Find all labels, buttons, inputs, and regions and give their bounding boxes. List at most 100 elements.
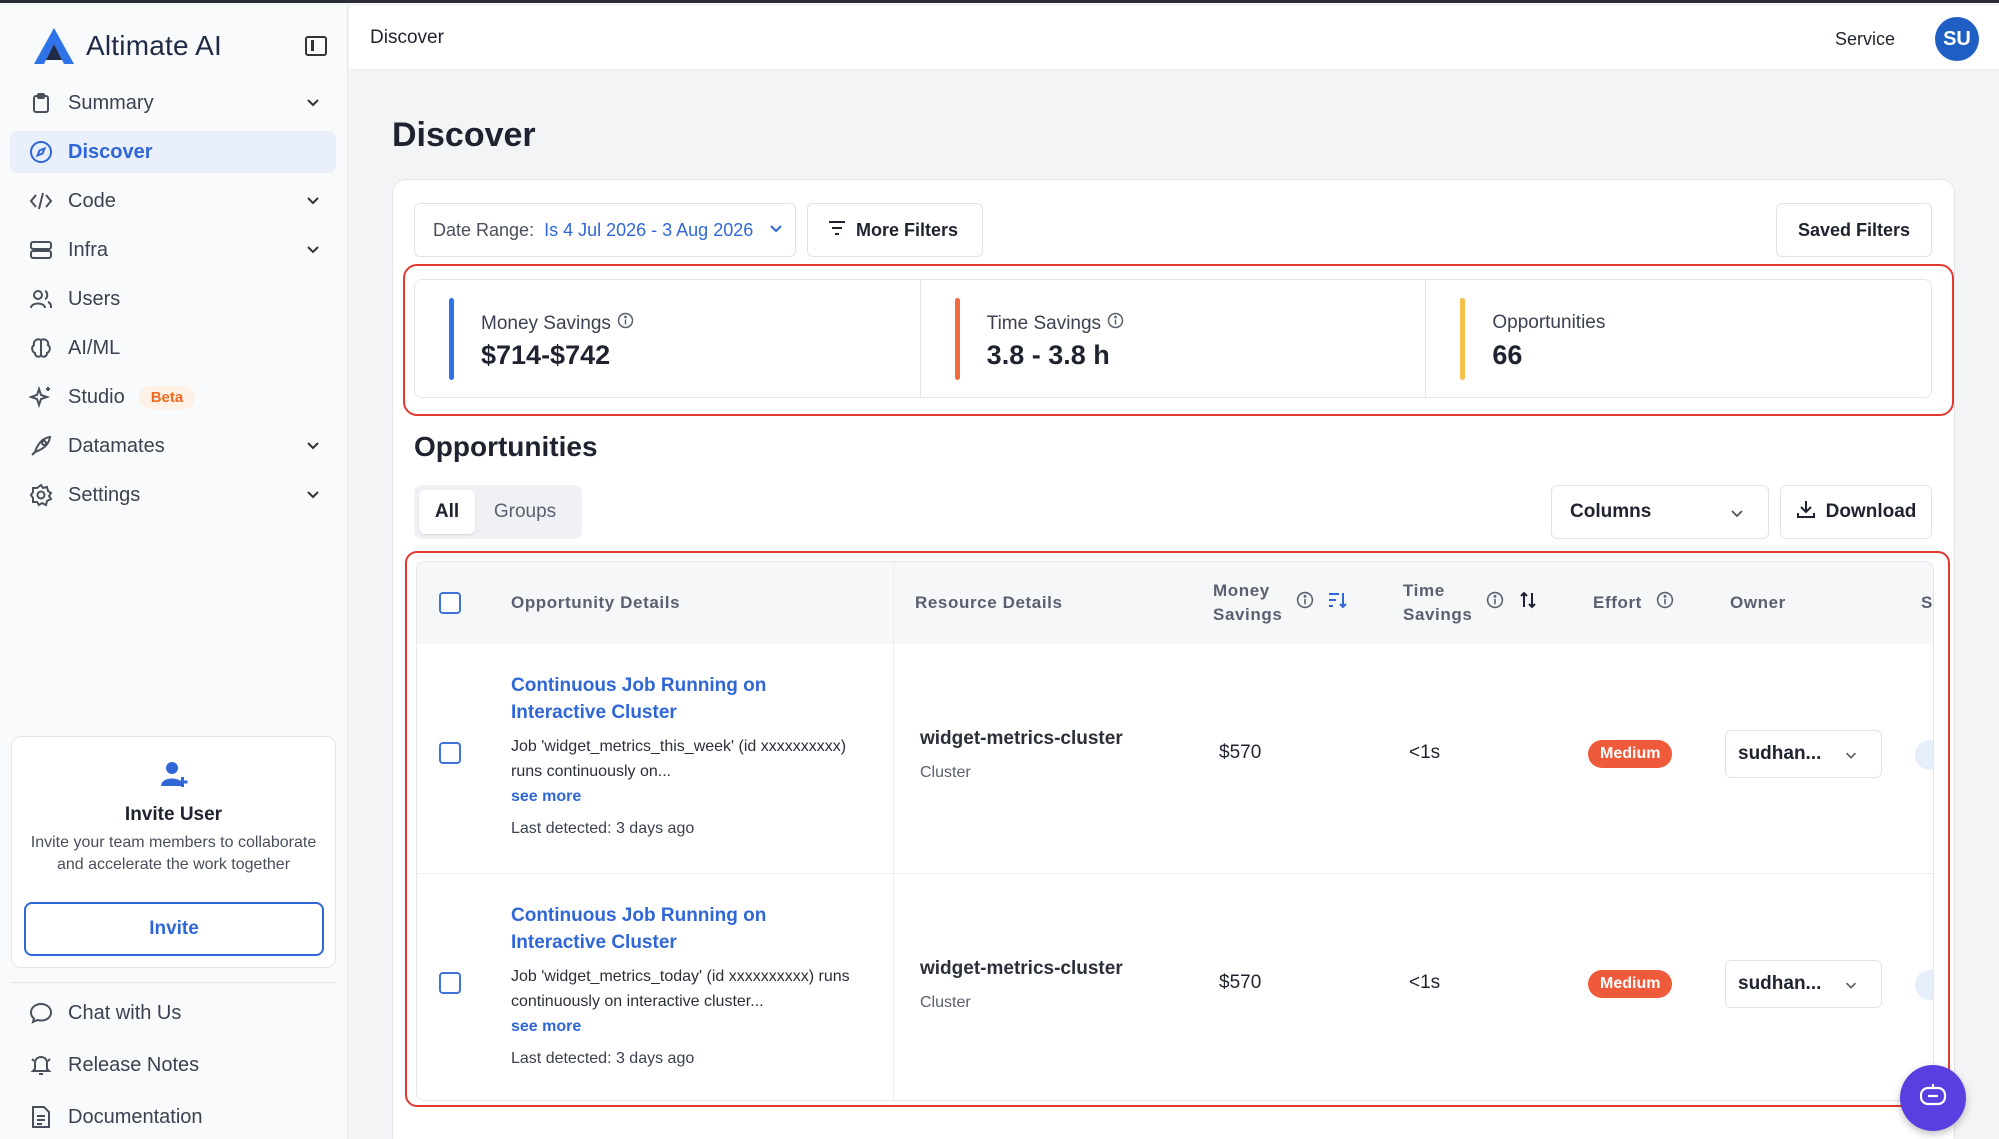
users-icon [28, 286, 54, 312]
info-icon[interactable] [617, 312, 634, 335]
user-name[interactable]: Service [1835, 29, 1895, 50]
table-row: Continuous Job Running on Interactive Cl… [417, 644, 1933, 874]
sidebar-item-label: Studio [68, 385, 125, 408]
brain-icon [28, 335, 54, 361]
invite-button[interactable]: Invite [24, 902, 324, 956]
sort-icon[interactable] [1518, 591, 1538, 616]
sidebar-item-label: Settings [68, 483, 141, 506]
stat-label: Money Savings [481, 312, 611, 334]
chevron-down-icon [1843, 977, 1859, 999]
resource-type: Cluster [920, 994, 971, 1011]
stat-money-savings: Money Savings $714-$742 [415, 280, 921, 397]
sparkles-icon [28, 384, 54, 410]
sidebar-item-studio[interactable]: Studio Beta [10, 376, 336, 418]
columns-dropdown[interactable]: Columns [1551, 485, 1769, 539]
rocket-icon [28, 433, 54, 459]
sidebar-item-discover[interactable]: Discover [10, 131, 336, 173]
sidebar-item-label: Users [68, 287, 121, 310]
invite-description: Invite your team members to collaborate … [30, 834, 317, 873]
chevron-down-icon [304, 191, 322, 215]
sidebar-item-users[interactable]: Users [10, 278, 336, 320]
info-icon[interactable] [1656, 591, 1674, 616]
chevron-down-icon [1843, 747, 1859, 769]
add-user-icon [12, 759, 335, 794]
effort-badge: Medium [1588, 970, 1673, 998]
beta-badge: Beta [138, 385, 196, 409]
stat-color-bar [449, 298, 454, 380]
info-icon[interactable] [1486, 591, 1504, 616]
bottom-nav: Chat with Us Release Notes Documentation [10, 982, 336, 1139]
opportunity-title-link[interactable]: Continuous Job Running on Interactive Cl… [511, 672, 801, 726]
chat-assistant-button[interactable] [1900, 1065, 1966, 1131]
money-savings-value: $570 [1219, 742, 1262, 763]
document-icon [28, 1104, 54, 1130]
opportunity-description: Job 'widget_metrics_today' (id xxxxxxxxx… [511, 968, 850, 1010]
date-range-filter[interactable]: Date Range: Is 4 Jul 2026 - 3 Aug 2026 [414, 203, 796, 257]
sidebar-item-label: AI/ML [68, 336, 121, 359]
brand-name: Altimate AI [86, 30, 223, 61]
column-header-money-line2: Savings [1213, 605, 1283, 624]
compass-icon [28, 139, 54, 165]
status-pill[interactable] [1915, 740, 1933, 770]
stat-color-bar [954, 298, 960, 380]
resource-name: widget-metrics-cluster [920, 958, 1123, 979]
tab-groups[interactable]: Groups [475, 490, 575, 534]
release-notes-link[interactable]: Release Notes [10, 1043, 336, 1087]
last-detected: Last detected: 3 days ago [511, 1050, 695, 1067]
info-icon[interactable] [1107, 312, 1124, 335]
owner-select[interactable]: sudhan... [1725, 960, 1882, 1008]
tab-all[interactable]: All [419, 490, 475, 534]
chat-with-us-link[interactable]: Chat with Us [10, 991, 336, 1035]
time-savings-value: <1s [1409, 742, 1441, 763]
sidebar-item-label: Documentation [68, 1105, 203, 1128]
more-filters-button[interactable]: More Filters [807, 203, 983, 257]
owner-select[interactable]: sudhan... [1725, 730, 1882, 778]
more-filters-label: More Filters [856, 219, 959, 240]
status-pill[interactable] [1915, 970, 1933, 1000]
see-more-link[interactable]: see more [511, 788, 581, 806]
documentation-link[interactable]: Documentation [10, 1095, 336, 1139]
info-icon[interactable] [1296, 591, 1314, 616]
column-header-status: S [1921, 593, 1933, 612]
altimate-logo-icon [34, 28, 74, 64]
row-checkbox[interactable] [439, 972, 461, 994]
chevron-down-icon [304, 485, 322, 509]
opportunity-title-link[interactable]: Continuous Job Running on Interactive Cl… [511, 902, 801, 956]
gear-icon [28, 482, 54, 508]
chevron-down-icon [304, 240, 322, 264]
select-all-checkbox[interactable] [439, 592, 461, 614]
sidebar-item-infra[interactable]: Infra [10, 229, 336, 271]
page-title: Discover [392, 116, 536, 154]
see-more-link[interactable]: see more [511, 1018, 581, 1036]
sidebar-item-aiml[interactable]: AI/ML [10, 327, 336, 369]
sidebar-item-datamates[interactable]: Datamates [10, 425, 336, 467]
database-icon [28, 237, 54, 263]
sidebar-toggle-icon[interactable] [305, 36, 327, 56]
sidebar-item-label: Infra [68, 238, 109, 261]
sidebar-item-code[interactable]: Code [10, 180, 336, 222]
money-savings-value: $570 [1219, 972, 1262, 993]
column-header-resource: Resource Details [915, 593, 1063, 612]
chevron-down-icon [767, 219, 785, 242]
saved-filters-label: Saved Filters [1797, 219, 1911, 240]
stat-time-savings: Time Savings 3.8 - 3.8 h [921, 280, 1427, 397]
sort-descending-icon[interactable] [1328, 591, 1348, 616]
avatar[interactable]: SU [1935, 17, 1979, 61]
code-icon [28, 188, 54, 214]
sidebar-item-summary[interactable]: Summary [10, 82, 336, 124]
stat-color-bar [1460, 298, 1466, 380]
columns-label: Columns [1570, 501, 1652, 522]
invite-title: Invite User [124, 804, 223, 825]
stat-label: Opportunities [1492, 312, 1606, 333]
saved-filters-button[interactable]: Saved Filters [1776, 203, 1932, 257]
table-row: Continuous Job Running on Interactive Cl… [417, 874, 1933, 1100]
view-toggle: All Groups [414, 485, 582, 539]
column-header-owner: Owner [1730, 593, 1786, 612]
owner-value: sudhan... [1738, 743, 1822, 764]
row-checkbox[interactable] [439, 742, 461, 764]
download-button[interactable]: Download [1780, 485, 1932, 539]
resource-type: Cluster [920, 764, 971, 781]
brand[interactable]: Altimate AI [32, 26, 222, 66]
sidebar-item-settings[interactable]: Settings [10, 474, 336, 516]
stat-opportunities: Opportunities 66 [1426, 280, 1931, 397]
